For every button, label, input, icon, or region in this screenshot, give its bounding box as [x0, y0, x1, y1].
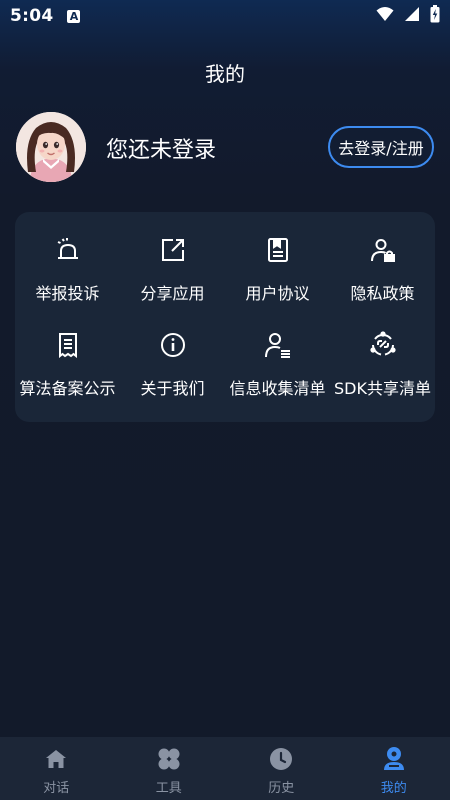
menu-label: SDK共享清单: [334, 379, 431, 398]
tab-label: 工具: [155, 781, 182, 796]
status-bar: 5:04 A: [0, 0, 450, 32]
menu-item-user-agreement[interactable]: 用户协议: [225, 212, 330, 307]
tab-label: 历史: [268, 781, 295, 796]
bottom-tab-bar: 对话 工具 历史 我的: [0, 737, 450, 800]
tab-history[interactable]: 历史: [225, 737, 338, 800]
tab-label: 对话: [43, 781, 70, 796]
menu-label: 分享应用: [140, 284, 205, 303]
menu-item-info-collection[interactable]: 信息收集清单: [225, 307, 330, 402]
home-icon: [44, 747, 68, 771]
notification-a-icon: A: [67, 9, 81, 23]
tab-label: 我的: [380, 781, 407, 796]
page-title: 我的: [205, 62, 245, 86]
menu-item-about[interactable]: 关于我们: [120, 307, 225, 402]
menu-label: 用户协议: [245, 284, 310, 303]
profile-section: 您还未登录 去登录/注册: [16, 112, 436, 184]
user-list-icon: [264, 331, 292, 359]
tools-icon: [157, 747, 181, 771]
share-external-icon: [159, 236, 187, 264]
menu-item-privacy[interactable]: 隐私政策: [330, 212, 435, 307]
sdk-link-icon: [369, 331, 397, 359]
menu-item-report[interactable]: 举报投诉: [15, 212, 120, 307]
info-icon: [159, 331, 187, 359]
menu-label: 算法备案公示: [19, 379, 116, 398]
menu-label: 举报投诉: [35, 284, 100, 303]
signal-icon: [404, 6, 420, 26]
status-left: 5:04 A: [10, 6, 81, 26]
document-icon: [264, 236, 292, 264]
menu-card: 举报投诉 分享应用 用户协议 隐私政策 算法备案公示 关于我们 信息收集清单 S…: [15, 212, 435, 422]
menu-item-share[interactable]: 分享应用: [120, 212, 225, 307]
login-register-button[interactable]: 去登录/注册: [328, 126, 434, 168]
menu-label: 隐私政策: [350, 284, 415, 303]
menu-label: 关于我们: [140, 379, 205, 398]
menu-grid: 举报投诉 分享应用 用户协议 隐私政策 算法备案公示 关于我们 信息收集清单 S…: [15, 212, 435, 422]
clock-icon: [269, 747, 293, 771]
profile-icon: [382, 747, 406, 771]
status-time: 5:04: [10, 6, 54, 26]
tab-chat[interactable]: 对话: [0, 737, 113, 800]
menu-item-algorithm-filing[interactable]: 算法备案公示: [15, 307, 120, 402]
avatar[interactable]: [16, 112, 86, 182]
receipt-icon: [54, 331, 82, 359]
alarm-siren-icon: [54, 236, 82, 264]
tab-tools[interactable]: 工具: [113, 737, 226, 800]
wifi-icon: [376, 6, 394, 26]
user-lock-icon: [369, 236, 397, 264]
login-status-text: 您还未登录: [106, 138, 217, 163]
menu-label: 信息收集清单: [229, 379, 326, 398]
menu-item-sdk-sharing[interactable]: SDK共享清单: [330, 307, 435, 402]
tab-profile[interactable]: 我的: [338, 737, 450, 800]
battery-icon: [430, 5, 440, 27]
status-right: [376, 5, 440, 27]
